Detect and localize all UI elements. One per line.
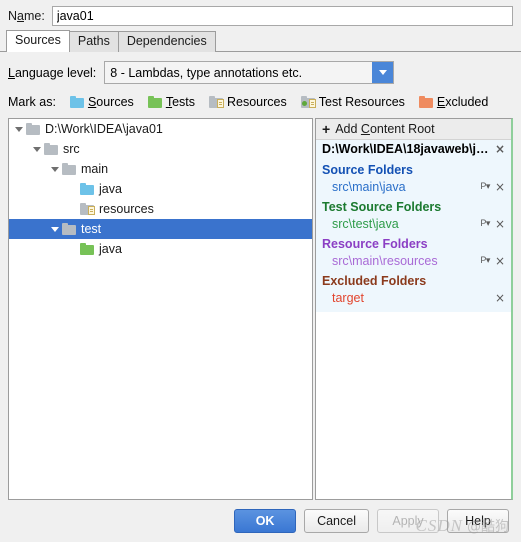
directory-tree[interactable]: D:\Work\IDEA\java01 src main java resour… (8, 118, 313, 500)
item-actions: × (495, 292, 505, 304)
folder-gray-icon (44, 143, 58, 155)
source-folder-item[interactable]: src\main\java P▾ × (316, 178, 511, 195)
tree-row-main-resources[interactable]: resources (9, 199, 312, 219)
tree-row-src[interactable]: src (9, 139, 312, 159)
language-level-select[interactable]: 8 - Lambdas, type annotations etc. (104, 61, 395, 84)
tree-row-label: resources (99, 202, 154, 216)
tree-row-test[interactable]: test (9, 219, 312, 239)
package-prefix-icon[interactable]: P▾ (480, 218, 490, 229)
plus-icon: + (322, 121, 331, 137)
folder-resources-icon (209, 96, 224, 108)
package-prefix-icon[interactable]: P▾ (480, 181, 490, 192)
mark-as-tests-button[interactable]: Tests (147, 95, 195, 109)
content-root-path: D:\Work\IDEA\18javaweb\java01 (322, 142, 495, 156)
folder-test-resources-icon (300, 96, 316, 108)
folder-green-icon (147, 96, 162, 108)
content-root-header: D:\Work\IDEA\18javaweb\java01 × (316, 140, 511, 158)
dialog-button-bar: OK Cancel Apply Help (0, 500, 521, 542)
remove-source-folder-icon[interactable]: × (495, 181, 505, 193)
mark-as-resources-button[interactable]: Resources (209, 95, 287, 109)
tree-row-project-root[interactable]: D:\Work\IDEA\java01 (9, 119, 312, 139)
mark-as-test-resources-label: Test Resources (318, 95, 405, 109)
tab-bar: Sources Paths Dependencies (0, 30, 521, 52)
test-source-folders-title: Test Source Folders (322, 200, 442, 214)
folder-blue-icon (69, 96, 84, 108)
tree-row-label: java (99, 182, 122, 196)
tree-row-test-java[interactable]: java (9, 239, 312, 259)
test-source-folder-item[interactable]: src\test\java P▾ × (316, 215, 511, 232)
content-roots-panel: + Add Content Root D:\Work\IDEA\18javawe… (315, 118, 513, 500)
source-folder-path: src\main\java (332, 179, 406, 194)
folder-gray-icon (62, 223, 76, 235)
help-button[interactable]: Help (447, 509, 509, 533)
expand-arrow-icon[interactable] (29, 146, 44, 152)
mark-as-test-resources-button[interactable]: Test Resources (300, 95, 405, 109)
chevron-down-icon[interactable] (372, 62, 394, 83)
language-level-row: Language level: 8 - Lambdas, type annota… (0, 52, 521, 92)
remove-resource-folder-icon[interactable]: × (495, 255, 505, 267)
expand-arrow-icon[interactable] (11, 126, 26, 132)
tree-row-label: java (99, 242, 122, 256)
name-row: Name: (0, 0, 521, 31)
main-split: D:\Work\IDEA\java01 src main java resour… (0, 118, 521, 500)
ok-button[interactable]: OK (234, 509, 297, 533)
mark-as-label: Mark as: (8, 95, 56, 109)
tree-row-label: D:\Work\IDEA\java01 (45, 122, 163, 136)
folder-gray-icon (62, 163, 76, 175)
folder-blue-icon (80, 183, 94, 195)
name-label: Name: (8, 9, 45, 23)
module-name-input[interactable] (51, 6, 513, 26)
expand-arrow-icon[interactable] (47, 166, 62, 172)
module-settings-dialog: Name: Sources Paths Dependencies Languag… (0, 0, 521, 542)
tab-paths[interactable]: Paths (68, 31, 119, 52)
package-prefix-icon[interactable]: P▾ (480, 255, 490, 266)
tree-row-label: main (81, 162, 109, 176)
resource-folder-item[interactable]: src\main\resources P▾ × (316, 252, 511, 269)
tree-row-main-java[interactable]: java (9, 179, 312, 199)
tree-row-main[interactable]: main (9, 159, 312, 179)
source-folders-title: Source Folders (322, 163, 413, 177)
excluded-folder-path: target (332, 290, 364, 305)
folder-resources-icon (80, 203, 95, 215)
mark-as-tests-label: Tests (165, 95, 195, 109)
content-root-block: D:\Work\IDEA\18javaweb\java01 × Source F… (316, 140, 511, 312)
folder-green-icon (80, 243, 94, 255)
expand-arrow-icon[interactable] (47, 226, 62, 232)
folder-gray-icon (26, 123, 40, 135)
resource-folder-path: src\main\resources (332, 253, 438, 268)
item-actions: P▾ × (480, 255, 505, 267)
excluded-folders-title: Excluded Folders (322, 274, 427, 288)
tree-row-label: test (81, 222, 102, 236)
remove-test-source-folder-icon[interactable]: × (495, 218, 505, 230)
item-actions: P▾ × (480, 181, 505, 193)
tree-row-label: src (63, 142, 80, 156)
mark-as-row: Mark as: Sources Tests Resources Test Re… (0, 92, 521, 118)
mark-as-excluded-label: Excluded (436, 95, 489, 109)
mark-as-resources-label: Resources (227, 95, 287, 109)
remove-content-root-icon[interactable]: × (495, 143, 505, 155)
mark-as-sources-label: Sources (87, 95, 134, 109)
tab-sources[interactable]: Sources (6, 30, 70, 52)
item-actions: P▾ × (480, 218, 505, 230)
excluded-folder-item[interactable]: target × (316, 289, 511, 306)
mark-as-sources-button[interactable]: Sources (69, 95, 134, 109)
folder-orange-icon (418, 96, 433, 108)
tab-dependencies[interactable]: Dependencies (117, 31, 216, 52)
resource-folders-title: Resource Folders (322, 237, 428, 251)
add-content-root-button[interactable]: + Add Content Root (316, 119, 511, 140)
cancel-button[interactable]: Cancel (304, 509, 369, 533)
remove-excluded-folder-icon[interactable]: × (495, 292, 505, 304)
test-source-folder-path: src\test\java (332, 216, 399, 231)
mark-as-excluded-button[interactable]: Excluded (418, 95, 489, 109)
add-content-root-label: Add Content Root (335, 122, 435, 136)
apply-button: Apply (377, 509, 439, 533)
language-level-value: 8 - Lambdas, type annotations etc. (105, 62, 373, 83)
language-level-label: Language level: (8, 65, 97, 80)
